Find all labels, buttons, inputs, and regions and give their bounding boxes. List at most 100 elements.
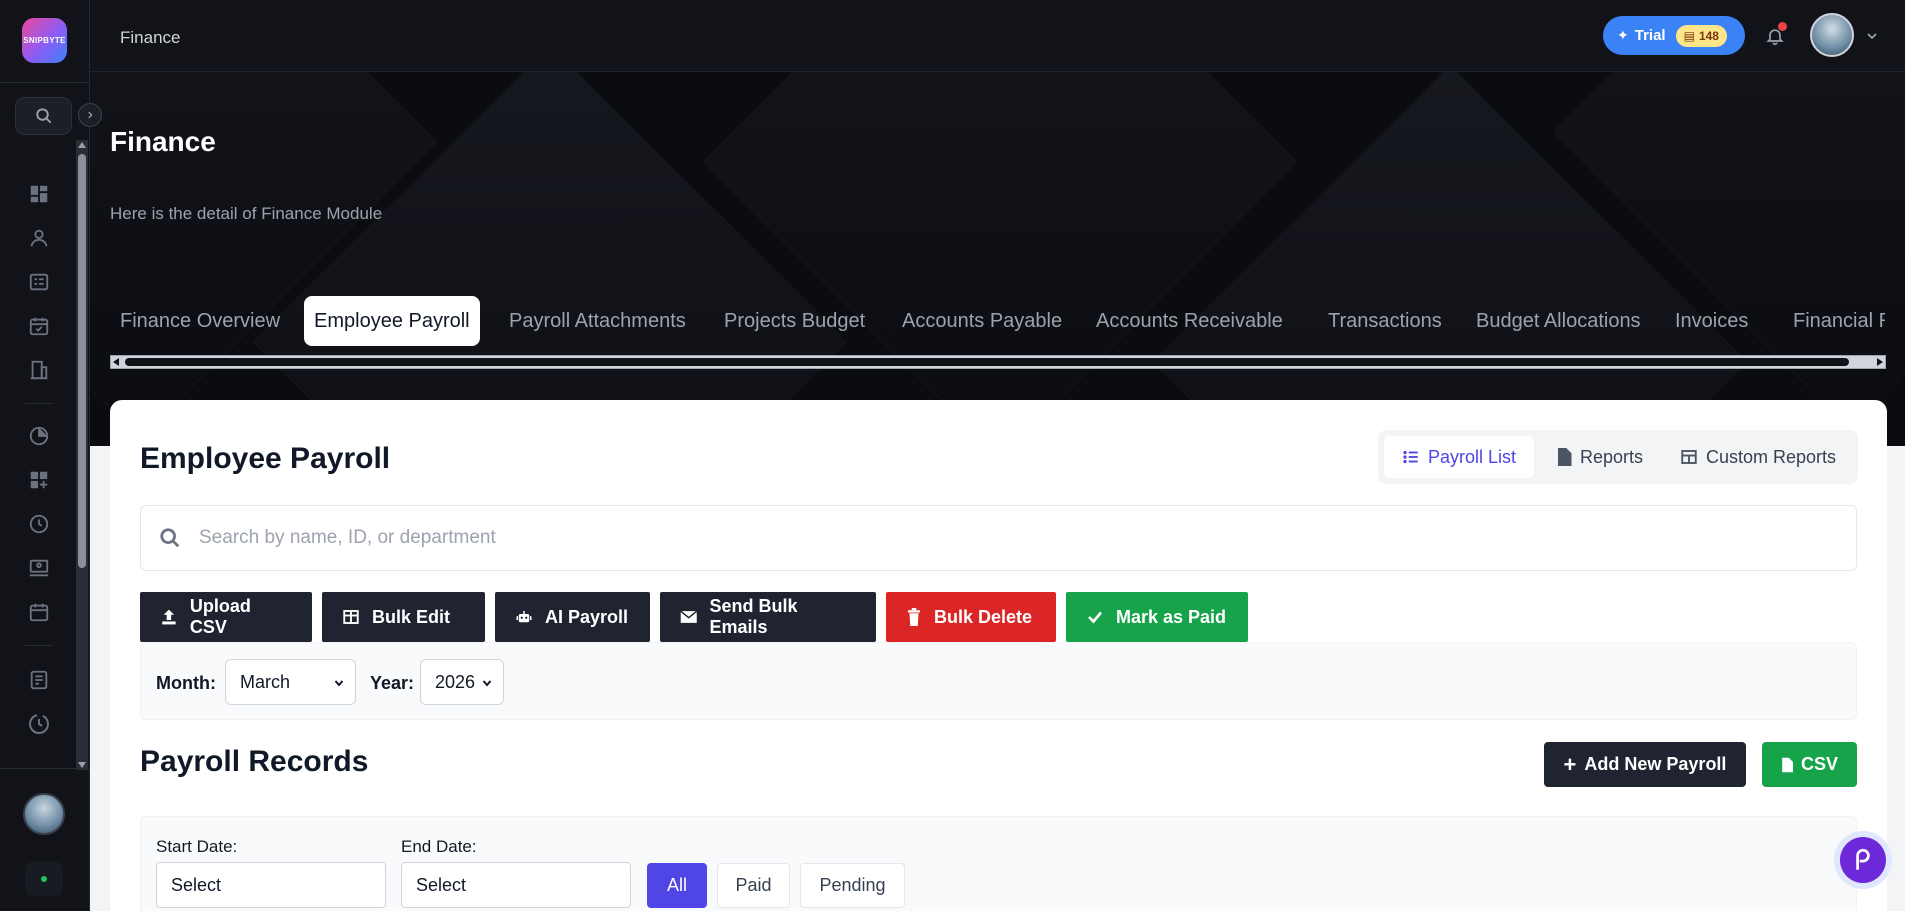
chevron-right-icon	[88, 111, 93, 119]
sidebar-search-button[interactable]	[15, 97, 72, 135]
year-label: Year:	[370, 673, 415, 693]
sidebar-item-dashboard[interactable]	[25, 180, 53, 208]
scroll-left-arrow[interactable]	[113, 358, 119, 366]
bulk-edit-button[interactable]: Bulk Edit	[322, 592, 485, 642]
records-title: Payroll Records	[140, 745, 369, 778]
filter-all-button[interactable]: All	[647, 863, 707, 908]
add-new-payroll-button[interactable]: + Add New Payroll	[1544, 742, 1746, 787]
ai-payroll-button[interactable]: AI Payroll	[495, 592, 650, 642]
tab-payroll-attachments[interactable]: Payroll Attachments	[499, 296, 696, 346]
top-header: Finance ✦ Trial ▤ 148	[90, 0, 1905, 72]
sparkle-icon: ✦	[1617, 27, 1629, 43]
tab-budget-allocations[interactable]: Budget Allocations	[1466, 296, 1651, 346]
page-subtitle: Here is the detail of Finance Module	[110, 204, 383, 223]
dashboard-icon	[30, 185, 48, 203]
tab-transactions[interactable]: Transactions	[1318, 296, 1452, 346]
check-icon	[1088, 611, 1103, 624]
sidebar-item-calendar[interactable]	[25, 598, 53, 626]
file-icon	[1558, 448, 1572, 466]
user-avatar[interactable]	[1810, 13, 1854, 57]
tab-reports[interactable]: Reports	[1538, 436, 1661, 478]
sidebar-item-history[interactable]	[25, 710, 53, 738]
sidebar-item-screen[interactable]	[25, 554, 53, 582]
sidebar-expand-toggle[interactable]	[78, 103, 102, 127]
scrollbar-thumb[interactable]	[78, 154, 86, 568]
start-date-input[interactable]: Select	[156, 862, 386, 908]
sidebar-item-apps[interactable]	[25, 466, 53, 494]
period-filters: Month: March Year: 2026	[140, 642, 1857, 720]
app-logo[interactable]: SNIPBYTE	[22, 18, 67, 63]
tab-payroll-list[interactable]: Payroll List	[1384, 436, 1535, 478]
send-bulk-emails-button[interactable]: Send Bulk Emails	[660, 592, 876, 642]
tab-projects-budget[interactable]: Projects Budget	[714, 296, 875, 346]
sidebar-item-documents[interactable]	[25, 666, 53, 694]
sidebar-item-reports[interactable]	[25, 422, 53, 450]
assistant-button[interactable]	[1834, 831, 1892, 889]
tab-custom-reports[interactable]: Custom Reports	[1662, 436, 1854, 478]
bulk-delete-button[interactable]: Bulk Delete	[886, 592, 1056, 642]
end-date-value: Select	[416, 874, 467, 895]
sidebar-item-users[interactable]	[25, 224, 53, 252]
button-label: AI Payroll	[545, 606, 629, 627]
date-filter-panel: Start Date: Select End Date: Select All …	[140, 816, 1857, 911]
coins-icon: ▤	[1683, 28, 1695, 43]
table-icon	[343, 610, 359, 624]
search-icon	[35, 108, 51, 124]
history-icon	[29, 714, 49, 734]
plus-icon: +	[1563, 751, 1577, 777]
sidebar-scrollbar[interactable]	[76, 140, 88, 770]
tab-label: Payroll List	[1428, 446, 1517, 467]
tabs-scrollbar[interactable]	[110, 355, 1886, 369]
upload-icon	[162, 609, 176, 625]
tab-finance-overview[interactable]: Finance Overview	[110, 296, 290, 346]
chevron-down-icon[interactable]	[1864, 28, 1880, 44]
list-card-icon	[29, 273, 49, 291]
filter-pending-button[interactable]: Pending	[800, 863, 905, 908]
tab-accounts-receivable[interactable]: Accounts Receivable	[1086, 296, 1293, 346]
coin-count: 148	[1698, 28, 1719, 43]
assistant-logo-icon	[1840, 837, 1886, 883]
start-date-label: Start Date:	[156, 837, 238, 856]
notifications-button[interactable]	[1762, 22, 1788, 49]
start-date-value: Select	[171, 874, 222, 895]
tab-employee-payroll[interactable]: Employee Payroll	[304, 296, 480, 346]
trial-label: Trial	[1634, 27, 1666, 44]
button-label: Mark as Paid	[1116, 606, 1227, 627]
year-select[interactable]: 2026	[420, 659, 504, 705]
robot-icon	[516, 611, 532, 623]
tab-invoices[interactable]: Invoices	[1665, 296, 1758, 346]
section-title: Employee Payroll	[140, 442, 391, 475]
view-switcher: Payroll List Reports Custom Reports	[1378, 430, 1858, 484]
status-dot	[41, 876, 47, 882]
grid-plus-icon	[30, 471, 48, 489]
scroll-up-arrow[interactable]	[78, 142, 86, 148]
tab-financial-reports[interactable]: Financial Re	[1783, 296, 1885, 346]
mark-as-paid-button[interactable]: Mark as Paid	[1066, 592, 1248, 642]
month-select[interactable]: March	[225, 659, 356, 705]
trial-button[interactable]: ✦ Trial ▤ 148	[1603, 16, 1745, 55]
sidebar-user-avatar[interactable]	[23, 793, 65, 835]
scrollbar-thumb[interactable]	[125, 358, 1849, 366]
tab-label: Custom Reports	[1706, 446, 1837, 467]
screen-user-icon	[29, 559, 49, 577]
end-date-input[interactable]: Select	[401, 862, 631, 908]
coin-balance-badge: ▤ 148	[1675, 24, 1727, 47]
tab-accounts-payable[interactable]: Accounts Payable	[892, 296, 1072, 346]
pie-icon	[29, 426, 49, 446]
filter-paid-button[interactable]: Paid	[717, 863, 790, 908]
sidebar-item-time[interactable]	[25, 510, 53, 538]
scroll-right-arrow[interactable]	[1877, 358, 1883, 366]
search-input[interactable]	[199, 527, 1799, 549]
sidebar-item-cards[interactable]	[25, 268, 53, 296]
sidebar-divider	[25, 645, 53, 646]
sidebar-item-attendance[interactable]	[25, 312, 53, 340]
export-csv-button[interactable]: CSV	[1762, 742, 1857, 787]
sidebar-divider	[25, 403, 53, 404]
sidebar-item-organization[interactable]	[25, 356, 53, 384]
button-label: Send Bulk Emails	[709, 596, 798, 637]
calendar-icon	[29, 603, 49, 622]
selected-month: March	[240, 671, 291, 692]
sidebar-divider	[0, 82, 90, 83]
upload-csv-button[interactable]: Upload CSV	[140, 592, 312, 642]
calendar-check-icon	[29, 317, 49, 336]
